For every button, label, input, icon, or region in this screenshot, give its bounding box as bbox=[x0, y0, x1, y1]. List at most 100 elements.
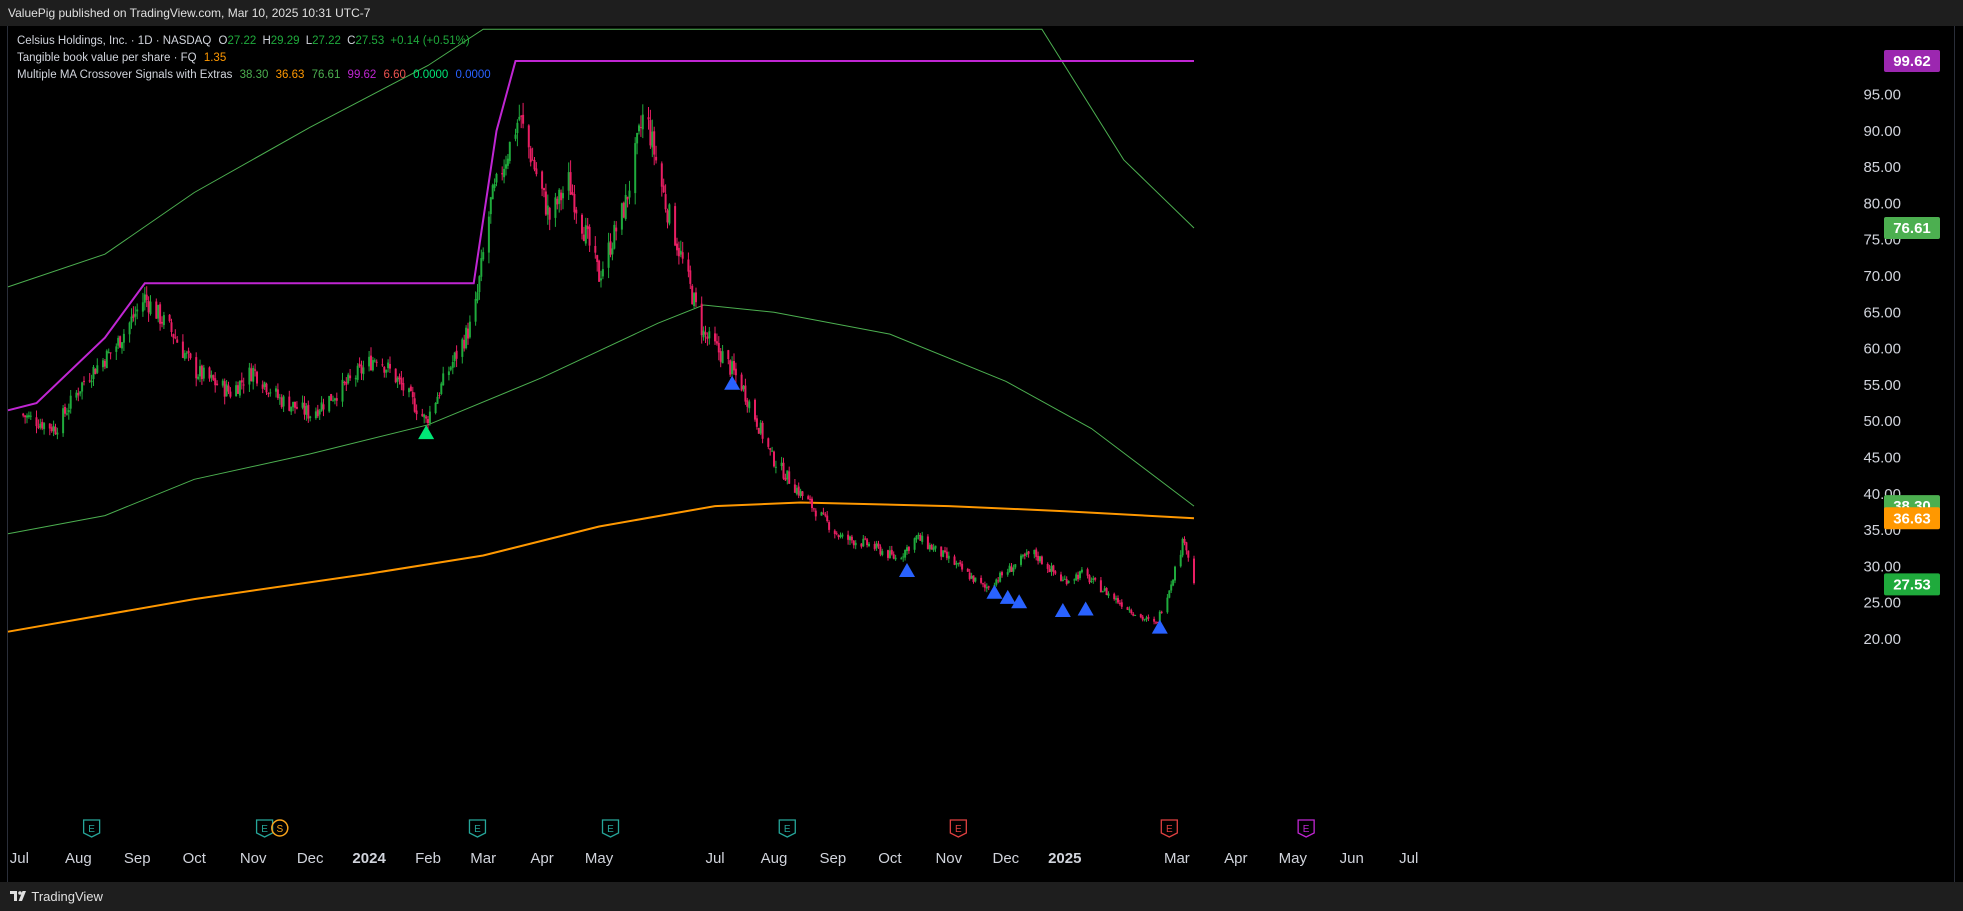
time-tick-label: Sep bbox=[124, 850, 151, 867]
candle-body bbox=[489, 197, 492, 215]
candle-body bbox=[955, 563, 958, 565]
candle-body bbox=[333, 398, 336, 401]
candle-body bbox=[1099, 580, 1102, 593]
candle-body bbox=[727, 350, 730, 359]
price-tick-label: 55.00 bbox=[1863, 377, 1901, 394]
candle-body bbox=[527, 125, 530, 148]
candle-body bbox=[947, 555, 950, 559]
candle-body bbox=[320, 402, 323, 412]
candle-body bbox=[1001, 572, 1003, 576]
candle-body bbox=[290, 406, 293, 412]
candle-body bbox=[522, 114, 525, 124]
candle-body bbox=[505, 164, 507, 169]
candle-body bbox=[900, 558, 903, 560]
candle-body bbox=[744, 385, 747, 402]
candle-body bbox=[1128, 609, 1131, 611]
candle-body bbox=[237, 385, 239, 394]
event-label: E bbox=[955, 824, 962, 835]
candle-body bbox=[200, 365, 203, 380]
candle-body bbox=[601, 269, 604, 277]
candle-body bbox=[917, 534, 920, 536]
candle-body bbox=[997, 580, 1000, 582]
candle-body bbox=[769, 448, 772, 450]
candle-body bbox=[362, 367, 365, 375]
candle-body bbox=[476, 292, 479, 301]
candle-body bbox=[516, 122, 519, 134]
candle-body bbox=[649, 120, 652, 146]
candle-body bbox=[761, 422, 764, 439]
candle-body bbox=[1105, 588, 1108, 595]
candle-body bbox=[24, 415, 27, 418]
candle-body bbox=[1088, 575, 1091, 583]
candle-body bbox=[360, 365, 363, 374]
candle-body bbox=[103, 360, 106, 367]
candle-body bbox=[887, 550, 889, 558]
candle-body bbox=[294, 401, 296, 408]
candle-body bbox=[276, 389, 279, 398]
candle-body bbox=[1160, 611, 1163, 613]
candle-body bbox=[449, 367, 452, 370]
candle-body bbox=[358, 363, 361, 367]
candle-body bbox=[282, 396, 285, 407]
candle-body bbox=[455, 350, 458, 359]
candle-body bbox=[64, 407, 66, 414]
chart-legend: Celsius Holdings, Inc. · 1D · NASDAQ O27… bbox=[17, 33, 491, 84]
candle-body bbox=[774, 466, 777, 468]
candle-body bbox=[185, 352, 188, 354]
high-label: H bbox=[262, 35, 271, 47]
candle-body bbox=[210, 374, 213, 378]
time-tick-label: Oct bbox=[878, 850, 902, 867]
candle-body bbox=[1046, 564, 1049, 569]
candle-body bbox=[668, 204, 671, 224]
event-label: E bbox=[261, 824, 268, 835]
candle-body bbox=[242, 384, 245, 386]
candle-body bbox=[117, 337, 120, 346]
ma-value-6: 0.0000 bbox=[413, 69, 449, 81]
candle-body bbox=[1168, 590, 1171, 598]
candle-body bbox=[533, 160, 536, 170]
candle-body bbox=[1075, 574, 1078, 581]
candle-body bbox=[945, 551, 948, 558]
series-line-1 bbox=[7, 304, 1195, 535]
price-tick-label: 80.00 bbox=[1863, 195, 1901, 212]
candle-body bbox=[934, 545, 937, 549]
candle-body bbox=[833, 530, 836, 534]
candle-body bbox=[782, 462, 785, 479]
candle-body bbox=[421, 413, 424, 417]
price-chart[interactable]: EESEEEEEE 20.0025.0030.0035.0040.0045.00… bbox=[0, 0, 1963, 911]
candle-body bbox=[453, 352, 456, 362]
time-tick-label: Aug bbox=[761, 850, 788, 867]
candle-body bbox=[681, 252, 684, 259]
candle-body bbox=[1065, 579, 1068, 585]
candle-body bbox=[1115, 598, 1118, 600]
candle-body bbox=[147, 300, 150, 313]
ma-name: Multiple MA Crossover Signals with Extra… bbox=[17, 69, 233, 81]
candle-body bbox=[961, 563, 964, 570]
candle-body bbox=[651, 131, 654, 148]
tradingview-logo[interactable]: TradingView bbox=[10, 882, 103, 911]
candle-body bbox=[740, 374, 743, 391]
candle-body bbox=[653, 131, 656, 155]
candle-body bbox=[1039, 556, 1041, 562]
candle-body bbox=[1147, 617, 1150, 619]
candle-body bbox=[719, 351, 722, 362]
tradingview-logo-icon bbox=[10, 891, 26, 901]
candle-body bbox=[1174, 566, 1176, 581]
time-tick-label: Dec bbox=[297, 850, 324, 867]
price-tick-label: 20.00 bbox=[1863, 631, 1901, 648]
candle-body bbox=[812, 508, 815, 510]
candle-body bbox=[189, 353, 192, 359]
time-tick-label: Jul bbox=[1399, 850, 1418, 867]
change-value: +0.14 (+0.51%) bbox=[390, 35, 470, 47]
candle-body bbox=[1037, 555, 1040, 561]
candle-body bbox=[1077, 574, 1080, 580]
candle-body bbox=[447, 371, 450, 375]
price-tick-label: 25.00 bbox=[1863, 595, 1901, 612]
candle-body bbox=[39, 423, 42, 428]
candle-body bbox=[666, 210, 669, 223]
candle-body bbox=[734, 368, 737, 376]
candle-body bbox=[759, 422, 762, 434]
candle-body bbox=[638, 125, 640, 132]
candle-body bbox=[214, 378, 217, 386]
price-tick-label: 45.00 bbox=[1863, 450, 1901, 467]
